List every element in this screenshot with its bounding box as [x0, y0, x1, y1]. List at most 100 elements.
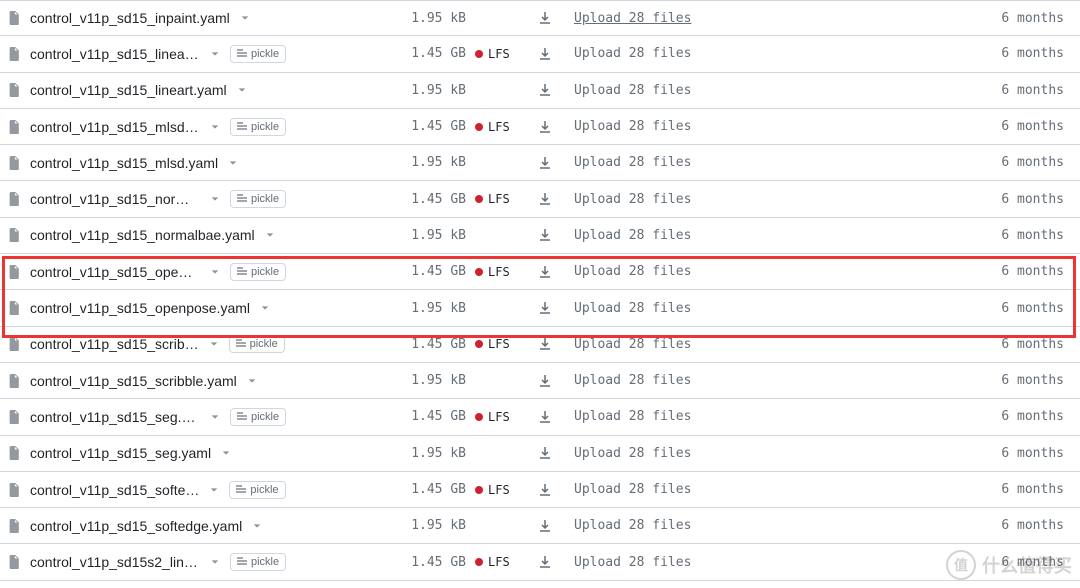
commit-message-link[interactable]: Upload 28 files: [562, 264, 1001, 279]
chevron-down-icon[interactable]: [207, 483, 221, 497]
chevron-down-icon[interactable]: [208, 192, 222, 206]
download-button[interactable]: [538, 555, 552, 569]
file-name-link[interactable]: control_v11p_sd15_softe…: [30, 482, 199, 498]
pickle-tag: pickle: [230, 190, 286, 208]
download-button[interactable]: [538, 11, 552, 25]
commit-time: 6 months: [1001, 119, 1064, 134]
download-button[interactable]: [538, 446, 552, 460]
commit-message-link[interactable]: Upload 28 files: [562, 119, 1001, 134]
commit-message-link[interactable]: Upload 28 files: [562, 518, 1001, 533]
file-name-link[interactable]: control_v11p_sd15_linear…: [30, 46, 200, 62]
file-row: control_v11p_sd15_linear…pickle1.45 GBLF…: [0, 36, 1080, 72]
chevron-down-icon[interactable]: [208, 47, 222, 61]
file-icon: [6, 227, 22, 243]
commit-message-link[interactable]: Upload 28 files: [562, 155, 1001, 170]
download-button[interactable]: [538, 519, 552, 533]
lfs-badge: LFS: [488, 555, 510, 569]
file-row: control_v11p_sd15_normalbae.yaml 1.95 kB U…: [0, 218, 1080, 254]
chevron-down-icon[interactable]: [250, 519, 264, 533]
commit-time: 6 months: [1001, 192, 1064, 207]
file-icon: [6, 336, 22, 352]
chevron-down-icon[interactable]: [235, 83, 249, 97]
download-button[interactable]: [538, 410, 552, 424]
download-button[interactable]: [538, 265, 552, 279]
chevron-down-icon[interactable]: [226, 156, 240, 170]
download-button[interactable]: [538, 337, 552, 351]
file-size: 1.95 kB: [404, 301, 474, 316]
lfs-cell: LFS: [474, 47, 528, 61]
commit-message-link[interactable]: Upload 28 files: [562, 555, 1001, 570]
pickle-tag: pickle: [229, 335, 285, 353]
pickle-tag: pickle: [230, 118, 286, 136]
file-size: 1.95 kB: [404, 83, 474, 98]
download-button[interactable]: [538, 374, 552, 388]
download-button[interactable]: [538, 301, 552, 315]
commit-message-link[interactable]: Upload 28 files: [562, 482, 1001, 497]
lfs-cell: LFS: [474, 483, 528, 497]
file-name-link[interactable]: control_v11p_sd15_norm…: [30, 191, 200, 207]
chevron-down-icon[interactable]: [208, 555, 222, 569]
download-button[interactable]: [538, 120, 552, 134]
commit-time: 6 months: [1001, 11, 1064, 26]
file-row: control_v11p_sd15_openpose.yaml 1.95 kB Up…: [0, 290, 1080, 326]
commit-message-link[interactable]: Upload 28 files: [562, 11, 1001, 26]
chevron-down-icon[interactable]: [245, 374, 259, 388]
chevron-down-icon[interactable]: [207, 337, 221, 351]
file-size: 1.95 kB: [404, 228, 474, 243]
file-row: control_v11p_sd15_softedge.yaml1.95 kBUp…: [0, 508, 1080, 544]
commit-message-link[interactable]: Upload 28 files: [562, 373, 1001, 388]
file-name-link[interactable]: control_v11p_sd15_mlsd.…: [30, 119, 200, 135]
file-icon: [6, 445, 22, 461]
file-row: control_v11p_sd15_lineart.yaml 1.95 kB Upl…: [0, 73, 1080, 109]
chevron-down-icon[interactable]: [258, 301, 272, 315]
chevron-down-icon[interactable]: [263, 228, 277, 242]
commit-message-link[interactable]: Upload 28 files: [562, 228, 1001, 243]
commit-message-link[interactable]: Upload 28 files: [562, 301, 1001, 316]
lfs-cell: LFS: [474, 410, 528, 424]
file-name-link[interactable]: control_v11p_sd15_seg.pth: [30, 409, 200, 425]
chevron-down-icon[interactable]: [208, 120, 222, 134]
file-icon: [6, 373, 22, 389]
file-name-link[interactable]: control_v11p_sd15_scribble.yaml: [30, 373, 237, 389]
file-icon: [6, 300, 22, 316]
commit-message-link[interactable]: Upload 28 files: [562, 83, 1001, 98]
file-size: 1.45 GB: [404, 192, 474, 207]
download-button[interactable]: [538, 483, 552, 497]
file-size: 1.45 GB: [404, 409, 474, 424]
chevron-down-icon[interactable]: [208, 265, 222, 279]
file-name-link[interactable]: control_v11p_sd15_softedge.yaml: [30, 518, 242, 534]
file-row: control_v11p_sd15_mlsd.…pickle1.45 GBLFS…: [0, 109, 1080, 145]
file-name-link[interactable]: control_v11p_sd15_seg.yaml: [30, 445, 211, 461]
file-name-link[interactable]: control_v11p_sd15_mlsd.yaml: [30, 155, 218, 171]
download-button[interactable]: [538, 47, 552, 61]
file-name-link[interactable]: control_v11p_sd15_normalbae.yaml: [30, 227, 255, 243]
file-size: 1.95 kB: [404, 373, 474, 388]
commit-message-link[interactable]: Upload 28 files: [562, 337, 1001, 352]
commit-time: 6 months: [1001, 446, 1064, 461]
lfs-badge: LFS: [488, 192, 510, 206]
commit-message-link[interactable]: Upload 28 files: [562, 409, 1001, 424]
lfs-cell: LFS: [474, 120, 528, 134]
download-button[interactable]: [538, 192, 552, 206]
file-row: control_v11p_sd15_seg.yaml1.95 kBUpload …: [0, 436, 1080, 472]
file-name-link[interactable]: control_v11p_sd15_lineart.yaml: [30, 82, 227, 98]
download-button[interactable]: [538, 156, 552, 170]
commit-time: 6 months: [1001, 337, 1064, 352]
commit-message-link[interactable]: Upload 28 files: [562, 192, 1001, 207]
commit-message-link[interactable]: Upload 28 files: [562, 46, 1001, 61]
chevron-down-icon[interactable]: [238, 11, 252, 25]
chevron-down-icon[interactable]: [219, 446, 233, 460]
download-button[interactable]: [538, 83, 552, 97]
file-name-link[interactable]: control_v11p_sd15_scrib…: [30, 336, 199, 352]
commit-message-link[interactable]: Upload 28 files: [562, 446, 1001, 461]
file-row: control_v11p_sd15_norm… pickle 1.45 GB LFS U…: [0, 181, 1080, 217]
file-name-link[interactable]: control_v11p_sd15_open…: [30, 264, 200, 280]
file-name-link[interactable]: control_v11p_sd15_inpaint.yaml: [30, 10, 230, 26]
download-button[interactable]: [538, 228, 552, 242]
lfs-cell: LFS: [474, 265, 528, 279]
commit-time: 6 months: [1001, 46, 1064, 61]
file-name-link[interactable]: control_v11p_sd15s2_line…: [30, 554, 200, 570]
file-name-link[interactable]: control_v11p_sd15_openpose.yaml: [30, 300, 250, 316]
commit-time: 6 months: [1001, 409, 1064, 424]
chevron-down-icon[interactable]: [208, 410, 222, 424]
